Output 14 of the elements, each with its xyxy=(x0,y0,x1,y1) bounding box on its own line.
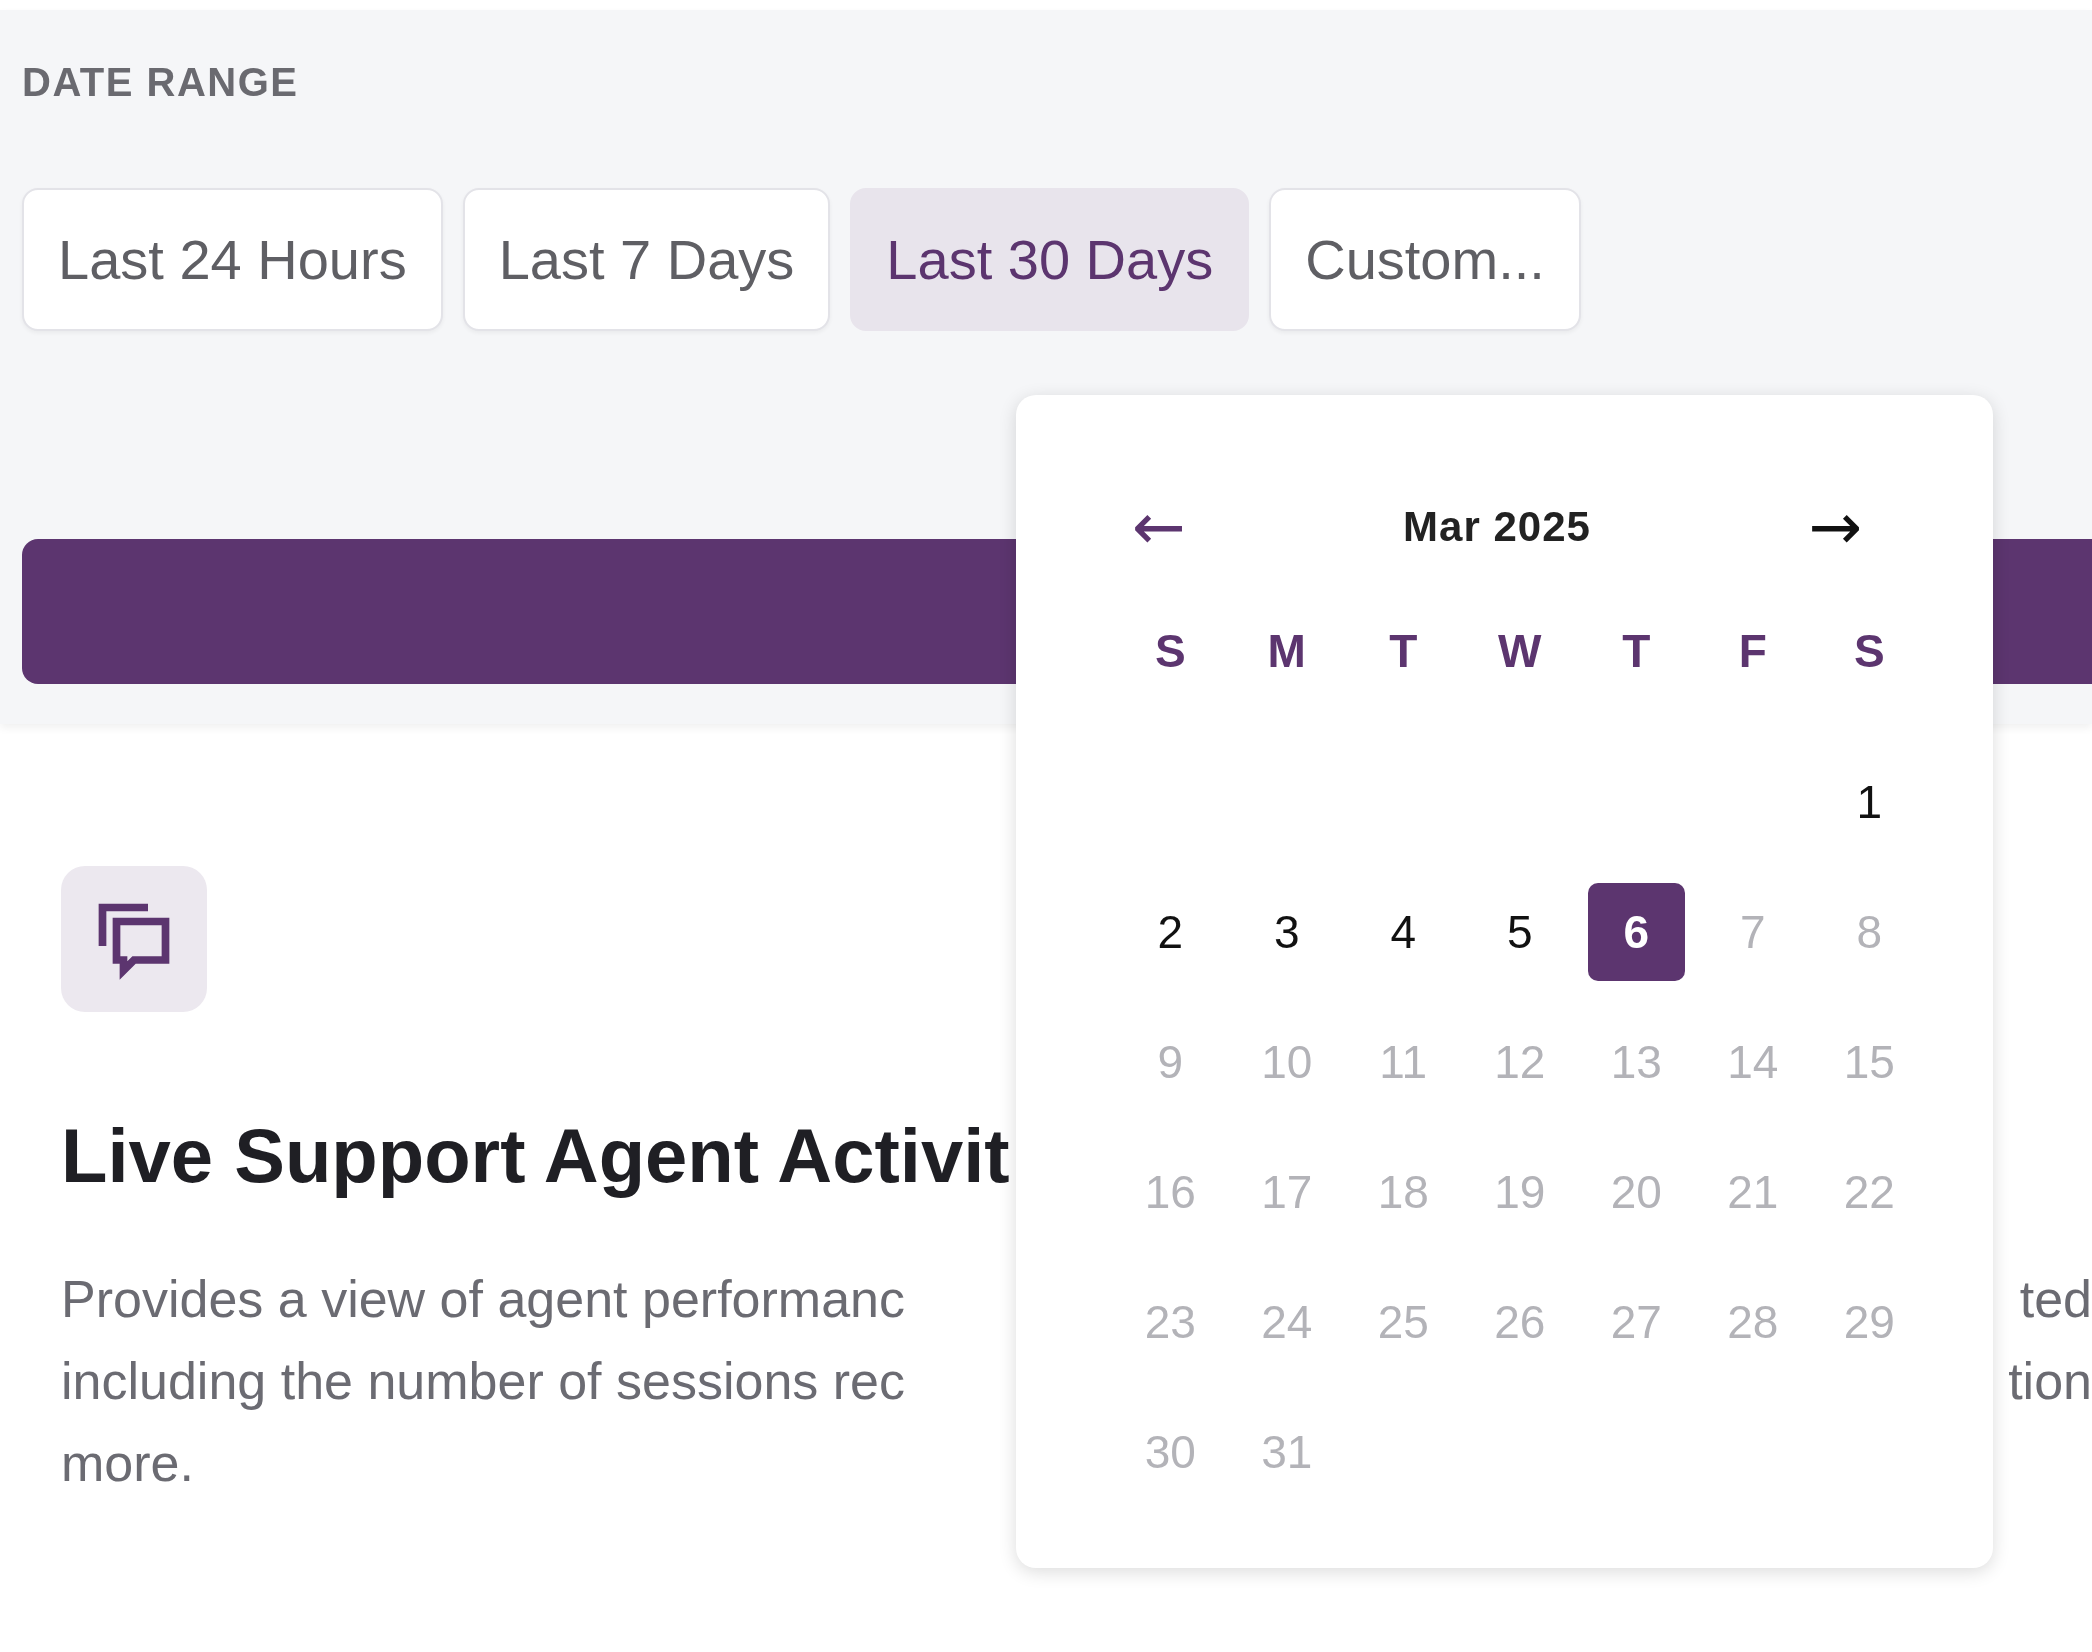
weekday-label: S xyxy=(1853,625,1885,677)
weekday-label: T xyxy=(1389,625,1418,677)
description-text: Provides a view of agent performanc xyxy=(61,1269,905,1330)
description-text: including the number of sessions rec xyxy=(61,1351,905,1412)
description-text: ted xyxy=(2019,1269,2092,1330)
weekday-label: M xyxy=(1267,625,1306,677)
weekday-label: T xyxy=(1622,625,1651,677)
description-text: tion xyxy=(2008,1351,2092,1412)
weekday-label: F xyxy=(1738,625,1767,677)
weekday-label: S xyxy=(1154,625,1186,677)
section-label: DATE RANGE xyxy=(22,62,300,102)
description-text: more. xyxy=(61,1433,194,1494)
month-title: Mar 2025 xyxy=(1403,503,1591,551)
weekday-label: W xyxy=(1498,625,1542,677)
